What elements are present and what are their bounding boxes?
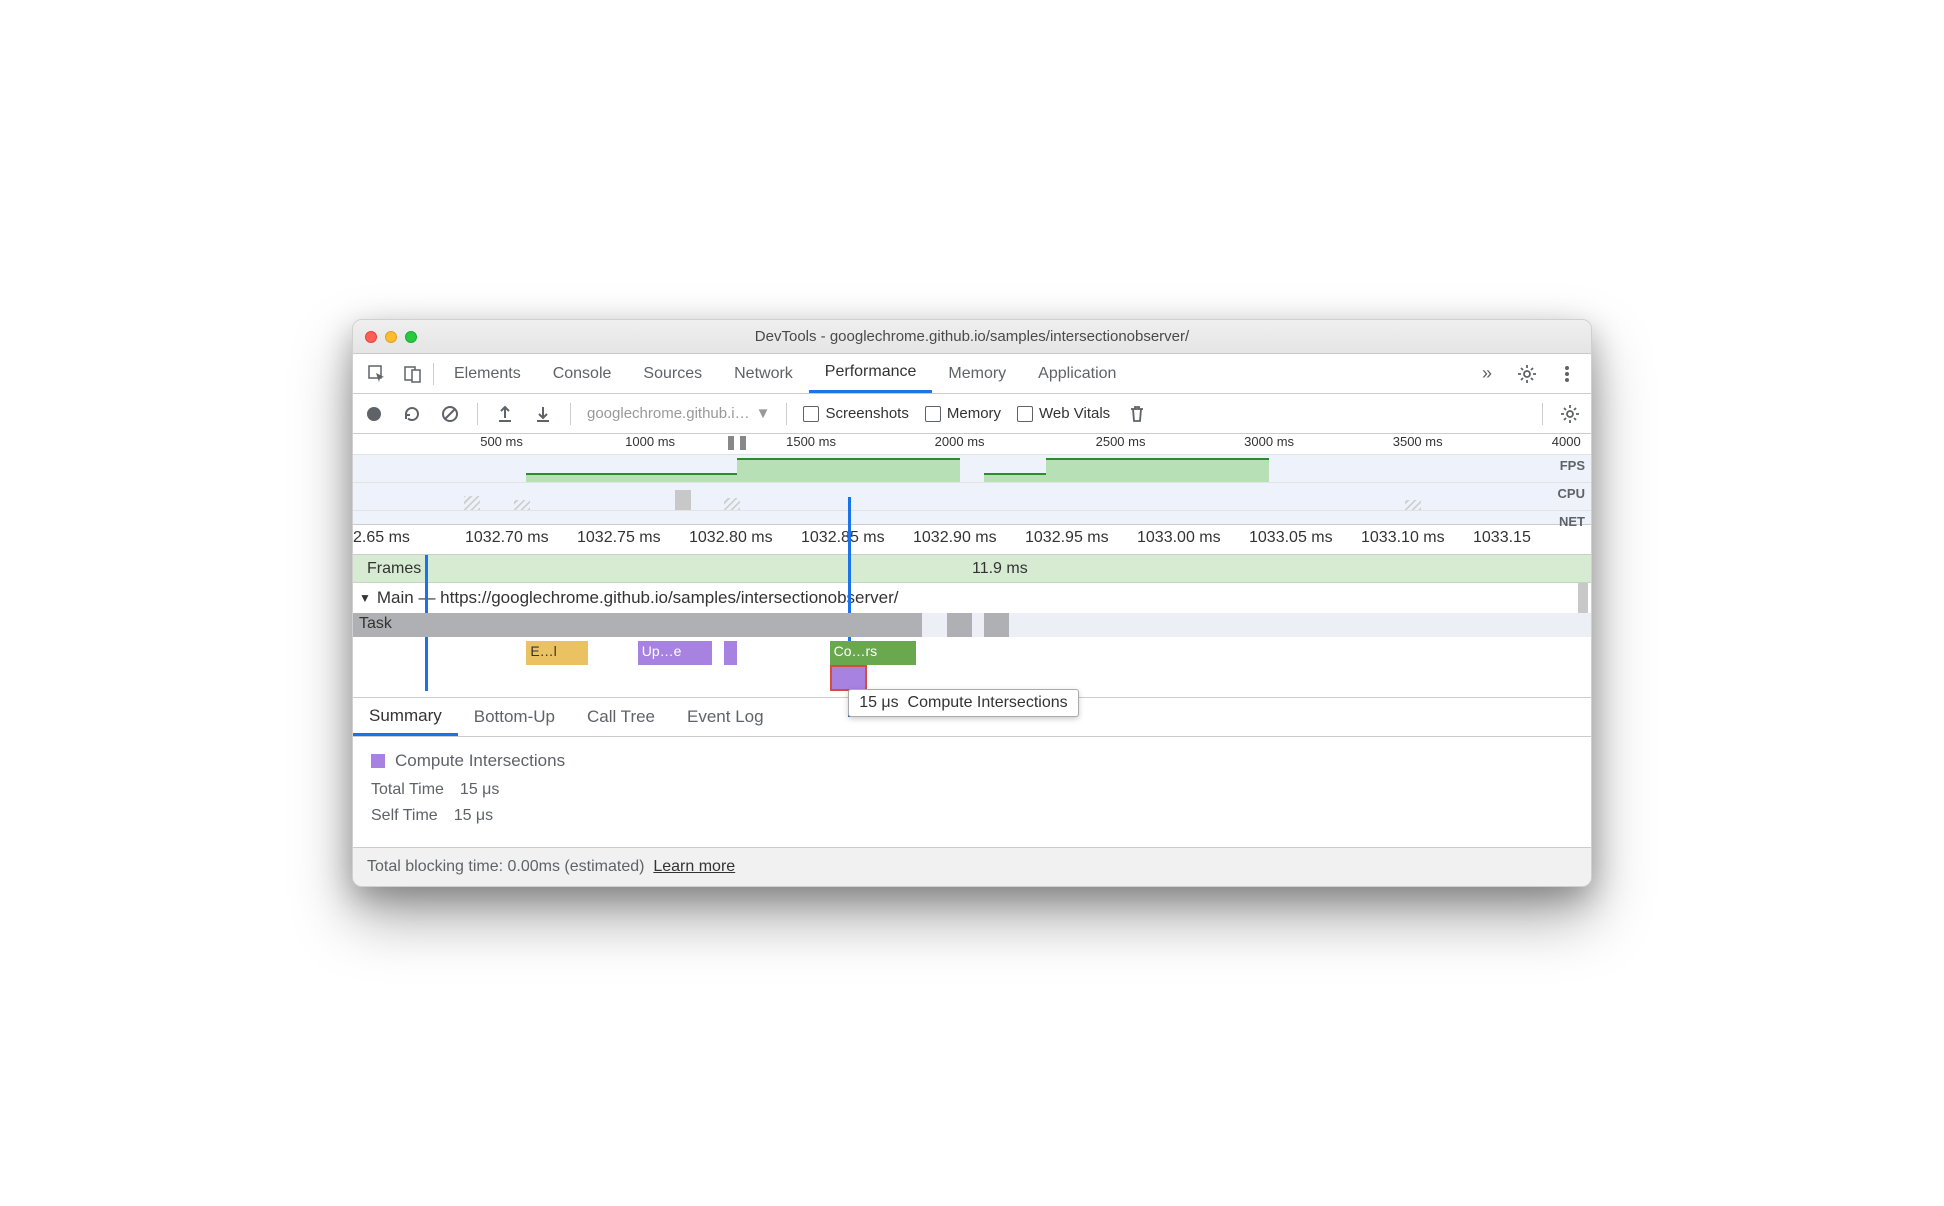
total-time-value: 15 μs [460,781,499,799]
titlebar[interactable]: DevTools - googlechrome.github.io/sample… [353,320,1591,354]
dtab-calltree[interactable]: Call Tree [571,698,671,736]
footer-bar: Total blocking time: 0.00ms (estimated) … [353,847,1591,886]
flame-row-2: 15 μs Compute Intersections [353,665,1591,691]
tooltip-time: 15 μs [859,694,898,711]
zoomed-ruler[interactable]: 2.65 ms1032.70 ms1032.75 ms1032.80 ms103… [353,525,1591,555]
reload-record-button[interactable] [401,403,423,425]
devtools-window: DevTools - googlechrome.github.io/sample… [352,319,1592,887]
more-tabs-button[interactable]: » [1471,363,1503,384]
tooltip-name: Compute Intersections [908,694,1068,711]
frame-duration: 11.9 ms [972,560,1028,578]
dtab-eventlog[interactable]: Event Log [671,698,780,736]
tab-console[interactable]: Console [537,354,628,393]
summary-panel: Compute Intersections Total Time 15 μs Se… [353,737,1591,847]
tab-sources[interactable]: Sources [627,354,718,393]
main-track-header[interactable]: ▼ Main — https://googlechrome.github.io/… [353,583,1591,613]
flame-block-composite[interactable]: Co…rs [830,641,917,665]
self-time-label: Self Time [371,807,438,825]
overview-handle-right[interactable] [740,436,746,450]
save-profile-button[interactable] [532,403,554,425]
zoom-window-button[interactable] [405,331,417,343]
perf-toolbar: googlechrome.github.i… ▼ Screenshots Mem… [353,394,1591,434]
timeline-overview[interactable]: 500 ms 1000 ms 1500 ms 2000 ms 2500 ms 3… [353,434,1591,525]
panel-tabs: Elements Console Sources Network Perform… [438,354,1467,393]
recording-label: googlechrome.github.i… [587,405,750,422]
minimize-window-button[interactable] [385,331,397,343]
event-name: Compute Intersections [395,751,565,771]
checkbox-memory[interactable]: Memory [925,405,1001,422]
blocking-time-text: Total blocking time: 0.00ms (estimated) [367,858,644,875]
flame-tooltip: 15 μs Compute Intersections [848,689,1078,717]
overview-handle-left[interactable] [728,436,734,450]
device-toggle-icon[interactable] [397,354,429,393]
recording-dropdown[interactable]: googlechrome.github.i… ▼ [587,405,770,422]
checkbox-webvitals[interactable]: Web Vitals [1017,405,1110,422]
window-title: DevTools - googlechrome.github.io/sample… [353,328,1591,345]
dtab-bottomup[interactable]: Bottom-Up [458,698,571,736]
event-color-swatch [371,754,385,768]
self-time-value: 15 μs [454,807,493,825]
delete-recording-button[interactable] [1126,403,1148,425]
inspect-icon[interactable] [361,354,393,393]
flame-block-update[interactable]: Up…e [638,641,712,665]
frames-track[interactable]: Frames 11.9 ms [353,555,1591,583]
frames-label: Frames [367,560,421,578]
cpu-lane: CPU [353,482,1591,510]
task-segment[interactable]: Task [353,613,922,637]
net-lane: NET [353,510,1591,524]
learn-more-link[interactable]: Learn more [653,858,735,875]
tab-application[interactable]: Application [1022,354,1132,393]
clear-button[interactable] [439,403,461,425]
tab-network[interactable]: Network [718,354,809,393]
flame-block-compute-intersections[interactable] [830,665,867,691]
kebab-menu-icon[interactable] [1551,366,1583,382]
tab-elements[interactable]: Elements [438,354,537,393]
tabs-bar: Elements Console Sources Network Perform… [353,354,1591,394]
flame-row-1: E…l Up…e Co…rs [353,641,1591,665]
disclosure-triangle-icon[interactable]: ▼ [359,591,371,605]
task-row[interactable]: Task [353,613,1591,637]
close-window-button[interactable] [365,331,377,343]
main-track-label: Main — https://googlechrome.github.io/sa… [377,588,899,608]
load-profile-button[interactable] [494,403,516,425]
overview-ruler: 500 ms 1000 ms 1500 ms 2000 ms 2500 ms 3… [353,434,1591,454]
tab-memory[interactable]: Memory [932,354,1022,393]
flame-chart[interactable]: Frames 11.9 ms ▼ Main — https://googlech… [353,555,1591,691]
fps-lane: FPS [353,454,1591,482]
total-time-label: Total Time [371,781,444,799]
traffic-lights [365,331,417,343]
flame-block-event[interactable]: E…l [526,641,588,665]
tab-performance[interactable]: Performance [809,354,933,393]
capture-settings-gear-icon[interactable] [1559,403,1581,425]
flame-block-stub[interactable] [724,641,736,665]
settings-gear-icon[interactable] [1511,364,1543,384]
checkbox-screenshots[interactable]: Screenshots [803,405,908,422]
dtab-summary[interactable]: Summary [353,698,458,736]
record-button[interactable] [363,403,385,425]
